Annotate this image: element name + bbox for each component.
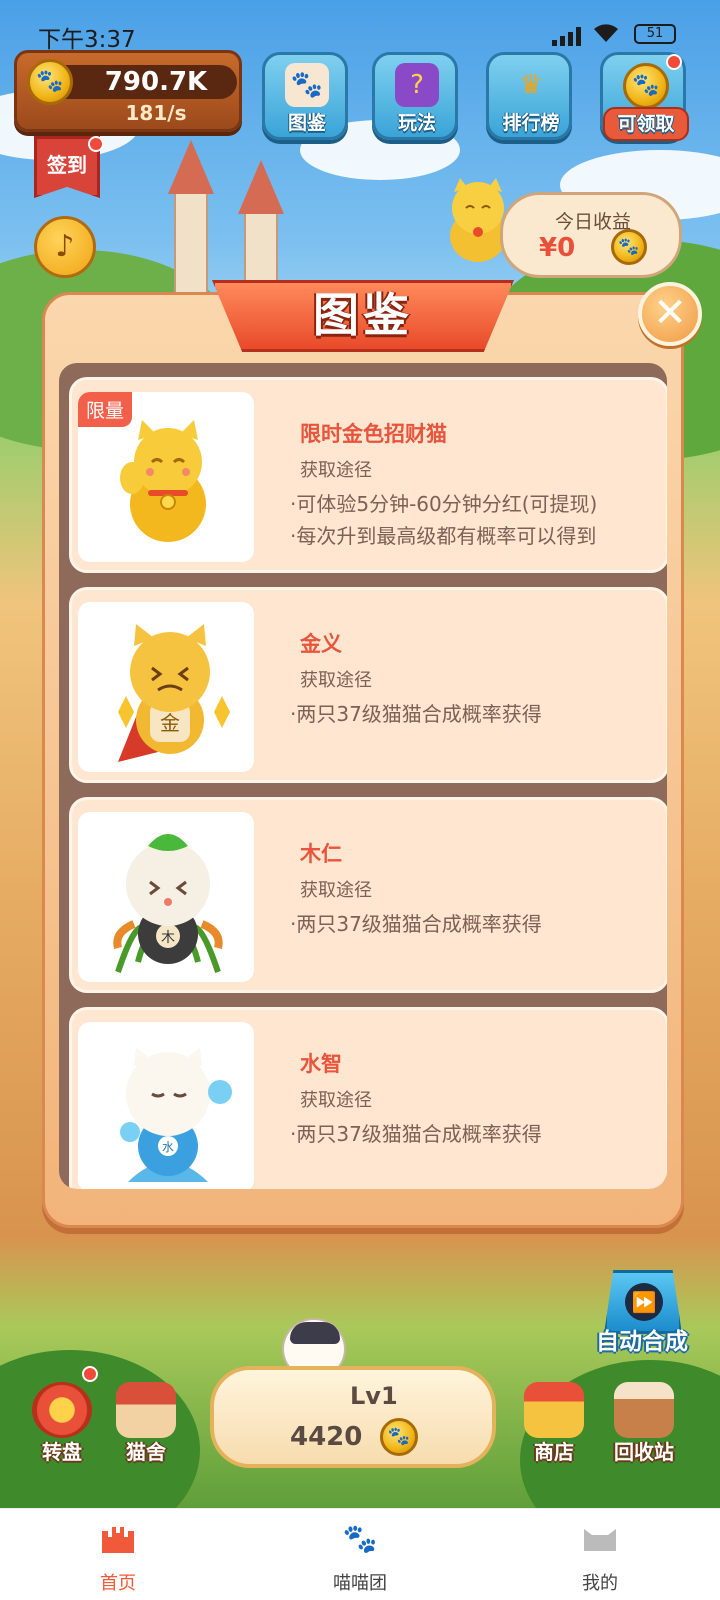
acquire-method: ·可体验5分钟-60分钟分红(可提现) [290,492,598,516]
notification-dot [88,136,104,152]
battery-icon: 51 [634,24,676,44]
coin-icon: 🐾 [623,63,669,109]
fast-forward-icon: ⏩ [625,1283,663,1321]
acquire-method: ·两只37级猫猫合成概率获得 [290,1122,542,1146]
castle [160,140,300,300]
close-icon: ✕ [653,290,687,336]
today-earnings-value: ¥0 [539,233,576,263]
castle-icon [100,1523,136,1555]
svg-text:水: 水 [162,1140,174,1154]
recycle-bin-icon [614,1382,674,1438]
album-modal: 限量 限时金色招财猫 获取途径 ·可体验5分钟-60分钟分红(可提现) ·每次升… [42,292,684,1228]
cat-face-icon [582,1523,618,1555]
cat-name: 限时金色招财猫 [300,422,447,446]
cat-thumbnail: 金 [78,602,254,772]
notification-dot [666,54,682,70]
coin-balance-panel: 🐾 790.7K 181/s [14,50,242,132]
cat-name: 木仁 [300,842,342,866]
svg-text:金: 金 [160,711,180,735]
tab-team[interactable]: 🐾 喵喵团 [280,1509,440,1600]
status-time: 下午3:37 [38,27,136,53]
wood-cat-icon: 木 [113,834,223,973]
list-item: 限量 限时金色招财猫 获取途径 ·可体验5分钟-60分钟分红(可提现) ·每次升… [69,377,667,573]
shop-button[interactable]: 商店 [514,1382,594,1466]
notification-dot [82,1366,98,1382]
tab-home[interactable]: 首页 [38,1509,198,1600]
list-item: 金 金义 获取途径 ·两只37级猫猫合成概率获得 [69,587,667,783]
bottom-tab-bar: 首页 🐾 喵喵团 我的 [0,1508,720,1600]
album-icon: 🐾 [285,63,329,107]
crown-icon: ♛ [519,70,543,100]
paw-coin-icon: 🐾 [611,229,647,265]
question-book-icon: ? [395,63,439,107]
limited-badge: 限量 [78,392,133,427]
wheel-button[interactable]: 转盘 [22,1382,102,1466]
auto-merge-label[interactable]: 自动合成 [596,1322,688,1356]
acquire-label: 获取途径 [300,880,372,901]
acquire-label: 获取途径 [300,1090,372,1111]
cat-thumbnail: 限量 [78,392,254,562]
close-button[interactable]: ✕ [638,282,702,346]
cat-house-button[interactable]: 猫舍 [106,1382,186,1466]
coin-rate: 181/s [125,101,187,125]
leaderboard-button[interactable]: ♛ 排行榜 [486,52,572,140]
acquire-method: ·两只37级猫猫合成概率获得 [290,912,542,936]
buy-level: Lv1 [350,1382,398,1410]
howto-button[interactable]: ? 玩法 [372,52,458,140]
cat-thumbnail: 木 [78,812,254,982]
shop-icon [524,1382,584,1438]
list-item: 水 水智 获取途径 ·两只37级猫猫合成概率获得 [69,1007,667,1189]
cat-name: 水智 [300,1052,342,1076]
music-note-icon[interactable]: ♪ [34,216,96,278]
buy-cost: 4420 [290,1422,363,1452]
gold-cat-icon: 金 [118,624,230,762]
album-button[interactable]: 🐾 图鉴 [262,52,348,140]
cat-thumbnail: 水 [78,1022,254,1189]
acquire-label: 获取途径 [300,460,372,481]
cat-name: 金义 [300,632,342,656]
paw-coin-icon: 🐾 [380,1418,418,1456]
tab-profile[interactable]: 我的 [520,1509,680,1600]
prize-wheel-icon [32,1382,92,1438]
water-cat-icon: 水 [120,1048,232,1182]
paw-coin-icon: 🐾 [27,59,73,105]
list-item: 木 木仁 获取途径 ·两只37级猫猫合成概率获得 [69,797,667,993]
coin-amount: 790.7K [104,67,208,97]
today-earnings-panel[interactable]: 今日收益 ¥0 🐾 [500,192,682,278]
acquire-method: ·每次升到最高级都有概率可以得到 [290,524,597,548]
card-list[interactable]: 限量 限时金色招财猫 获取途径 ·可体验5分钟-60分钟分红(可提现) ·每次升… [59,363,667,1189]
paw-coin-icon: 🐾 [623,63,669,109]
signal-icon [552,26,586,46]
acquire-label: 获取途径 [300,670,372,691]
modal-title: 图鉴 [313,288,413,342]
paw-icon: 🐾 [342,1522,378,1555]
acquire-method: ·两只37级猫猫合成概率获得 [290,702,542,726]
recycle-button[interactable]: 回收站 [604,1382,684,1466]
svg-text:木: 木 [161,930,175,946]
cat-house-icon [116,1382,176,1438]
wifi-icon [592,22,620,48]
buy-cat-button[interactable]: Lv1 4420 🐾 [210,1366,496,1468]
